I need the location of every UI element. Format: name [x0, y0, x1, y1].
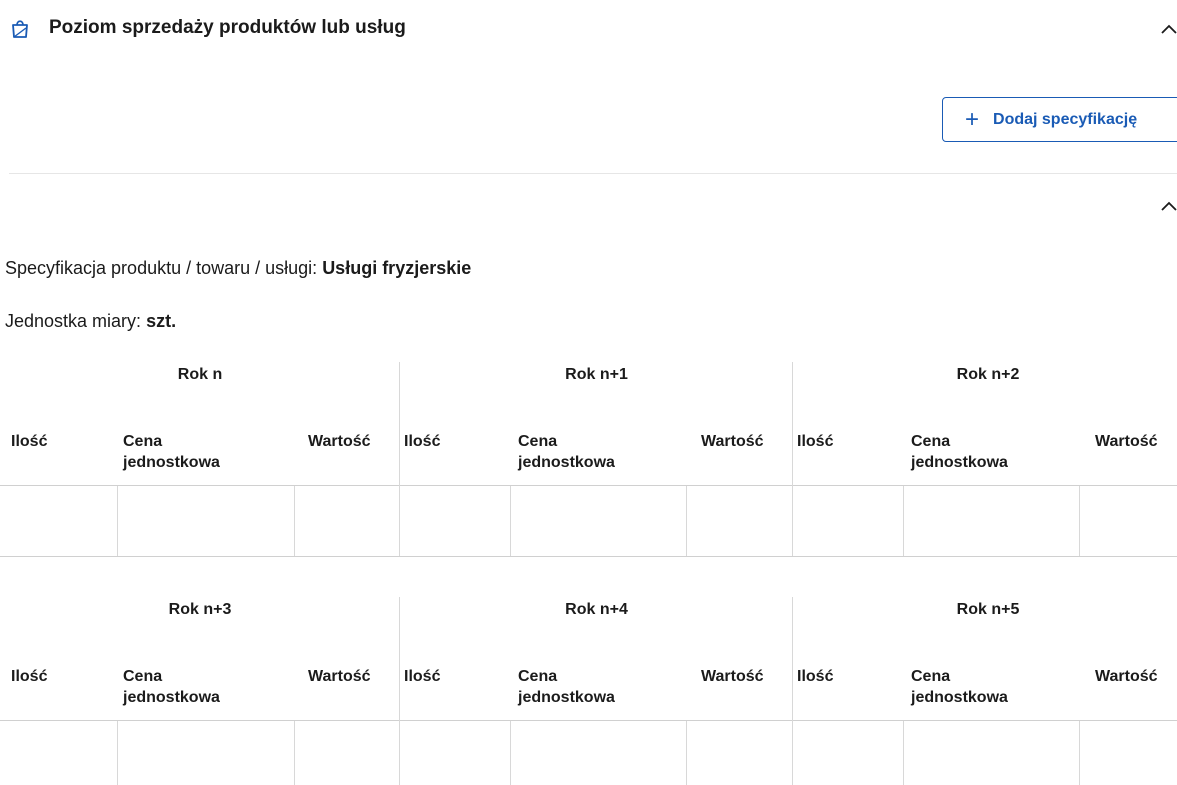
cell-separator	[903, 721, 904, 785]
cell-separator	[686, 721, 687, 785]
cell-separator	[686, 486, 687, 556]
cell-separator	[510, 721, 511, 785]
column-value: Wartość	[701, 668, 764, 685]
year-label: Rok n+2	[956, 366, 1020, 383]
add-specification-label: Dodaj specyfikację	[993, 110, 1138, 128]
page: Poziom sprzedaży produktów lub usług + D…	[0, 0, 1177, 785]
column-unit-price: Cena jednostkowa	[911, 668, 1008, 706]
year-group: Rok n+4 Ilość Cena jednostkowa Wartość	[400, 597, 793, 785]
cell-separator	[792, 721, 793, 785]
chevron-up-icon[interactable]	[1160, 23, 1177, 35]
column-unit-price: Cena jednostkowa	[123, 433, 220, 471]
year-label: Rok n+4	[565, 601, 628, 618]
plus-icon: +	[965, 105, 980, 133]
divider	[9, 173, 1177, 174]
specification-label: Specyfikacja produktu / towaru / usługi:	[5, 258, 318, 278]
column-quantity: Ilość	[797, 668, 834, 685]
year-label: Rok n	[177, 366, 223, 383]
chevron-up-icon[interactable]	[1160, 200, 1177, 212]
year-group: Rok n+1 Ilość Cena jednostkowa Wartość	[400, 362, 793, 557]
year-group: Rok n+2 Ilość Cena jednostkowa Wartość	[793, 362, 1177, 557]
specification-line: Specyfikacja produktu / towaru / usługi:…	[5, 258, 471, 279]
cell-separator	[510, 486, 511, 556]
column-quantity: Ilość	[11, 433, 48, 450]
year-group: Rok n+5 Ilość Cena jednostkowa Wartość	[793, 597, 1177, 785]
shopping-bag-icon	[12, 20, 28, 38]
unit-line: Jednostka miary: szt.	[5, 311, 176, 332]
column-value: Wartość	[308, 668, 371, 685]
column-unit-price: Cena jednostkowa	[518, 668, 615, 706]
cell-separator	[903, 486, 904, 556]
cell-separator	[294, 721, 295, 785]
cell-separator	[1079, 721, 1080, 785]
add-specification-button[interactable]: + Dodaj specyfikację	[942, 97, 1177, 142]
section-header[interactable]: Poziom sprzedaży produktów lub usług	[0, 0, 1177, 58]
cell-separator	[399, 721, 400, 785]
column-value: Wartość	[701, 433, 764, 450]
column-value: Wartość	[308, 433, 371, 450]
year-group: Rok n Ilość Cena jednostkowa Wartość	[0, 362, 400, 557]
cell-separator	[117, 721, 118, 785]
cell-separator	[1079, 486, 1080, 556]
specification-value: Usługi fryzjerskie	[322, 258, 472, 278]
year-group: Rok n+3 Ilość Cena jednostkowa Wartość	[0, 597, 400, 785]
cell-separator	[294, 486, 295, 556]
column-quantity: Ilość	[797, 433, 834, 450]
column-unit-price: Cena jednostkowa	[911, 433, 1008, 471]
unit-value: szt.	[146, 311, 177, 331]
column-quantity: Ilość	[11, 668, 48, 685]
cell-separator	[399, 486, 400, 556]
section-title: Poziom sprzedaży produktów lub usług	[49, 17, 406, 38]
column-quantity: Ilość	[404, 668, 441, 685]
unit-label: Jednostka miary:	[5, 311, 142, 331]
column-value: Wartość	[1095, 668, 1158, 685]
column-unit-price: Cena jednostkowa	[518, 433, 615, 471]
year-label: Rok n+5	[956, 601, 1020, 618]
column-value: Wartość	[1095, 433, 1158, 450]
year-label: Rok n+3	[168, 601, 232, 618]
column-quantity: Ilość	[404, 433, 441, 450]
cell-separator	[792, 486, 793, 556]
cell-separator	[117, 486, 118, 556]
column-unit-price: Cena jednostkowa	[123, 668, 220, 706]
year-label: Rok n+1	[565, 366, 628, 383]
